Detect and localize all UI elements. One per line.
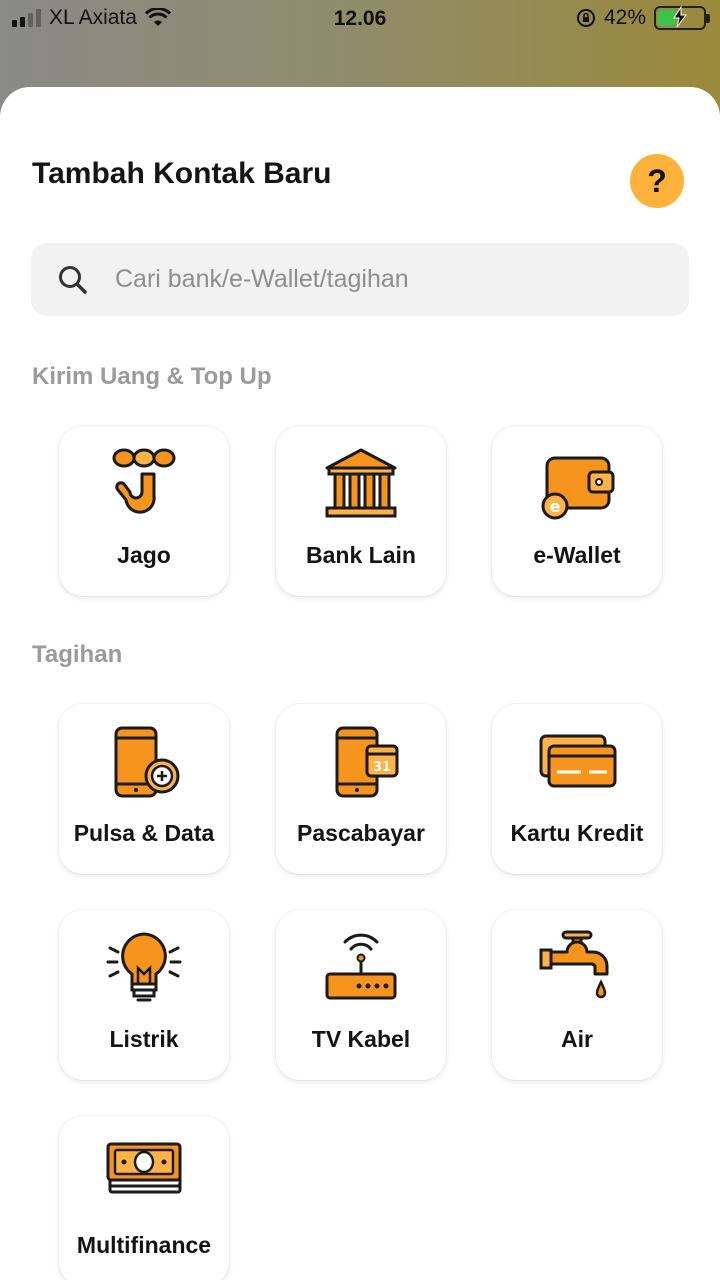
wallet-icon: e (541, 456, 615, 520)
search-input[interactable]: Cari bank/e-Wallet/tagihan (31, 243, 689, 316)
jago-logo-icon (112, 448, 176, 514)
section-title-bills: Tagihan (32, 641, 123, 668)
battery-icon (654, 6, 710, 30)
add-contact-sheet: Tambah Kontak Baru ? Cari bank/e-Wallet/… (0, 87, 720, 1280)
help-button[interactable]: ? (630, 154, 684, 208)
bank-icon (325, 448, 397, 518)
tile-label: Air (561, 1026, 593, 1052)
tile-kartu-kredit[interactable]: Kartu Kredit (492, 704, 662, 874)
tile-label: Pulsa & Data (73, 820, 215, 846)
tile-listrik[interactable]: Listrik (59, 910, 229, 1080)
svg-text:e: e (550, 497, 561, 516)
tile-label: TV Kabel (311, 1026, 411, 1052)
phone-calendar-icon: 31 (335, 726, 399, 798)
tile-label: e-Wallet (533, 542, 621, 568)
calendar-day-text: 31 (373, 760, 391, 775)
tile-multifinance[interactable]: Multifinance (59, 1116, 229, 1280)
tile-label: Jago (117, 542, 171, 568)
tile-e-wallet[interactable]: e e-Wallet (492, 426, 662, 596)
tile-label: Multifinance (76, 1232, 212, 1258)
search-placeholder: Cari bank/e-Wallet/tagihan (115, 265, 409, 293)
tile-label: Pascabayar (297, 820, 425, 846)
credit-card-icon (539, 734, 617, 788)
tile-air[interactable]: Air (492, 910, 662, 1080)
tile-label: Kartu Kredit (510, 820, 644, 846)
tile-bank-lain[interactable]: Bank Lain (276, 426, 446, 596)
battery-percent: 42% (603, 6, 646, 29)
status-right: 42% (576, 6, 710, 30)
tile-tv-kabel[interactable]: TV Kabel (276, 910, 446, 1080)
water-tap-icon (539, 930, 609, 999)
tile-jago[interactable]: Jago (59, 426, 229, 596)
tile-pulsa-data[interactable]: Pulsa & Data (59, 704, 229, 874)
sheet-title: Tambah Kontak Baru (32, 157, 332, 190)
phone-topup-icon (114, 726, 180, 798)
tile-pascabayar[interactable]: 31 Pascabayar (276, 704, 446, 874)
orientation-lock-icon (576, 9, 595, 27)
tile-label: Listrik (109, 1026, 179, 1052)
router-icon (325, 933, 397, 1000)
cash-stack-icon (106, 1142, 182, 1194)
section-title-transfer: Kirim Uang & Top Up (32, 363, 272, 390)
search-icon (59, 265, 87, 294)
lightbulb-icon (106, 932, 182, 1002)
tile-label: Bank Lain (306, 542, 416, 568)
status-bar: XL Axiata 12.06 42% (0, 0, 720, 40)
